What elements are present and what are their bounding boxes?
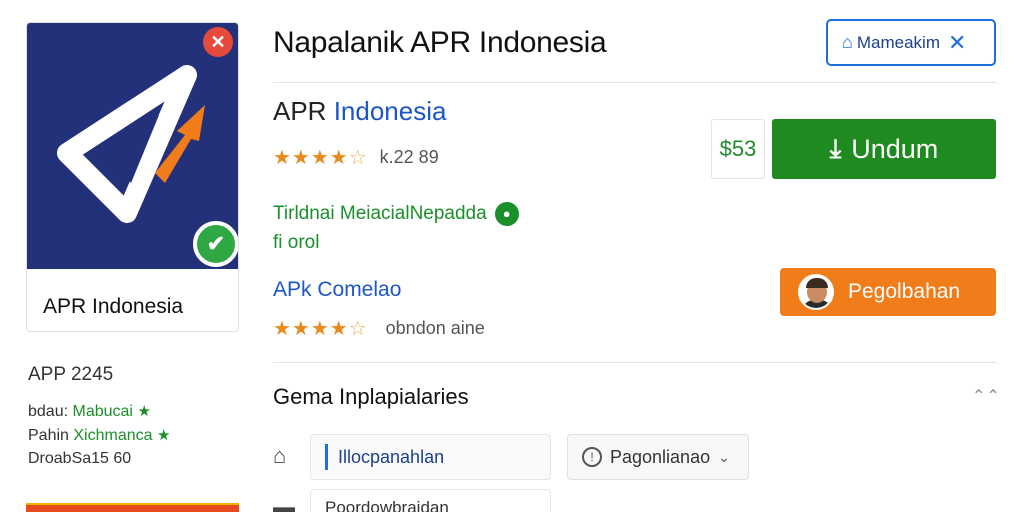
sidebar-row-value: Xichmanca <box>73 427 153 444</box>
manage-button[interactable]: ⌂ Mameakim ✕ <box>826 19 996 66</box>
section-field-value: Illocpanahlan <box>338 446 445 467</box>
app-name-part1: APR <box>273 96 327 126</box>
developer-name[interactable]: Tirldnai MeiacialNepadda ● <box>273 202 519 226</box>
verified-check-icon: ✔ <box>193 221 238 267</box>
sidebar-row: DroabSa15 60 <box>28 450 248 474</box>
sidebar-info: APP 2245 bdau: Mabucai ★ Pahin Xichmanca… <box>28 364 248 474</box>
review-note: obndon aine <box>385 318 485 338</box>
app-name: APR Indonesia <box>273 96 446 127</box>
sidebar-version: APP 2245 <box>28 364 114 385</box>
rating-count: k.22 89 <box>379 147 439 167</box>
review-rating: ★★★★☆ obndon aine <box>273 316 485 341</box>
verified-icon: ● <box>494 202 519 226</box>
section-dropdown[interactable]: ! Pagonlianao ⌄ <box>567 434 749 480</box>
app-name-part2: Indonesia <box>333 96 447 126</box>
section-field[interactable]: Illocpanahlan <box>310 434 551 480</box>
app-card-name: APR Indonesia <box>43 295 184 318</box>
app-rating: ★★★★☆ k.22 89 <box>273 145 439 170</box>
download-button[interactable]: ⤓ Undum <box>772 119 996 179</box>
folder-icon: ▬ <box>273 494 295 512</box>
section-field-2[interactable]: Poordowbraidan <box>310 489 551 512</box>
sidebar-row: bdau: Mabucai ★ <box>28 402 248 426</box>
star-rating-icon: ★★★★☆ <box>273 318 368 340</box>
price-badge: $53 <box>711 119 765 179</box>
sidebar-row-label: bdau: <box>28 403 69 420</box>
download-icon: ⤓ <box>829 133 842 163</box>
app-icon: ✕ ✔ <box>27 23 238 269</box>
star-icon: ★ <box>156 427 171 444</box>
divider <box>273 82 997 83</box>
more-icon[interactable]: ⌃⌃ <box>972 386 1001 406</box>
download-button-label: Undum <box>851 133 939 164</box>
divider <box>273 362 997 363</box>
bottom-banner[interactable] <box>26 503 239 512</box>
developer-sub: fi orol <box>273 232 320 253</box>
home-icon: ⌂ <box>273 443 287 468</box>
sidebar-row-label: DroabSa15 60 <box>28 450 132 467</box>
close-icon[interactable]: ✕ <box>203 27 233 57</box>
update-button-label: Pegolbahan <box>848 280 961 303</box>
update-button[interactable]: Pegolbahan <box>780 268 996 316</box>
review-title[interactable]: APk Comelao <box>273 278 401 302</box>
sidebar-row: Pahin Xichmanca ★ <box>28 426 248 450</box>
sidebar-row-label: Pahin <box>28 427 69 444</box>
home-icon: ⌂ <box>842 32 853 52</box>
close-icon[interactable]: ✕ <box>948 30 966 56</box>
section-title: Gema Inplapialaries <box>273 384 469 409</box>
app-card[interactable]: ✕ ✔ APR Indonesia <box>26 22 239 332</box>
avatar <box>798 274 834 310</box>
developer-label: Tirldnai MeiacialNepadda <box>273 203 487 224</box>
manage-button-label: Mameakim <box>856 32 940 52</box>
cursor-bar <box>325 444 328 470</box>
star-icon: ★ <box>137 403 151 420</box>
star-rating-icon: ★★★★☆ <box>273 147 368 169</box>
dropdown-value: Pagonlianao <box>610 446 711 467</box>
sidebar-row-value: Mabucai <box>72 403 133 420</box>
info-icon: ! <box>582 447 602 467</box>
page-title: Napalanik APR Indonesia <box>273 26 607 59</box>
chevron-down-icon: ⌄ <box>718 448 730 465</box>
